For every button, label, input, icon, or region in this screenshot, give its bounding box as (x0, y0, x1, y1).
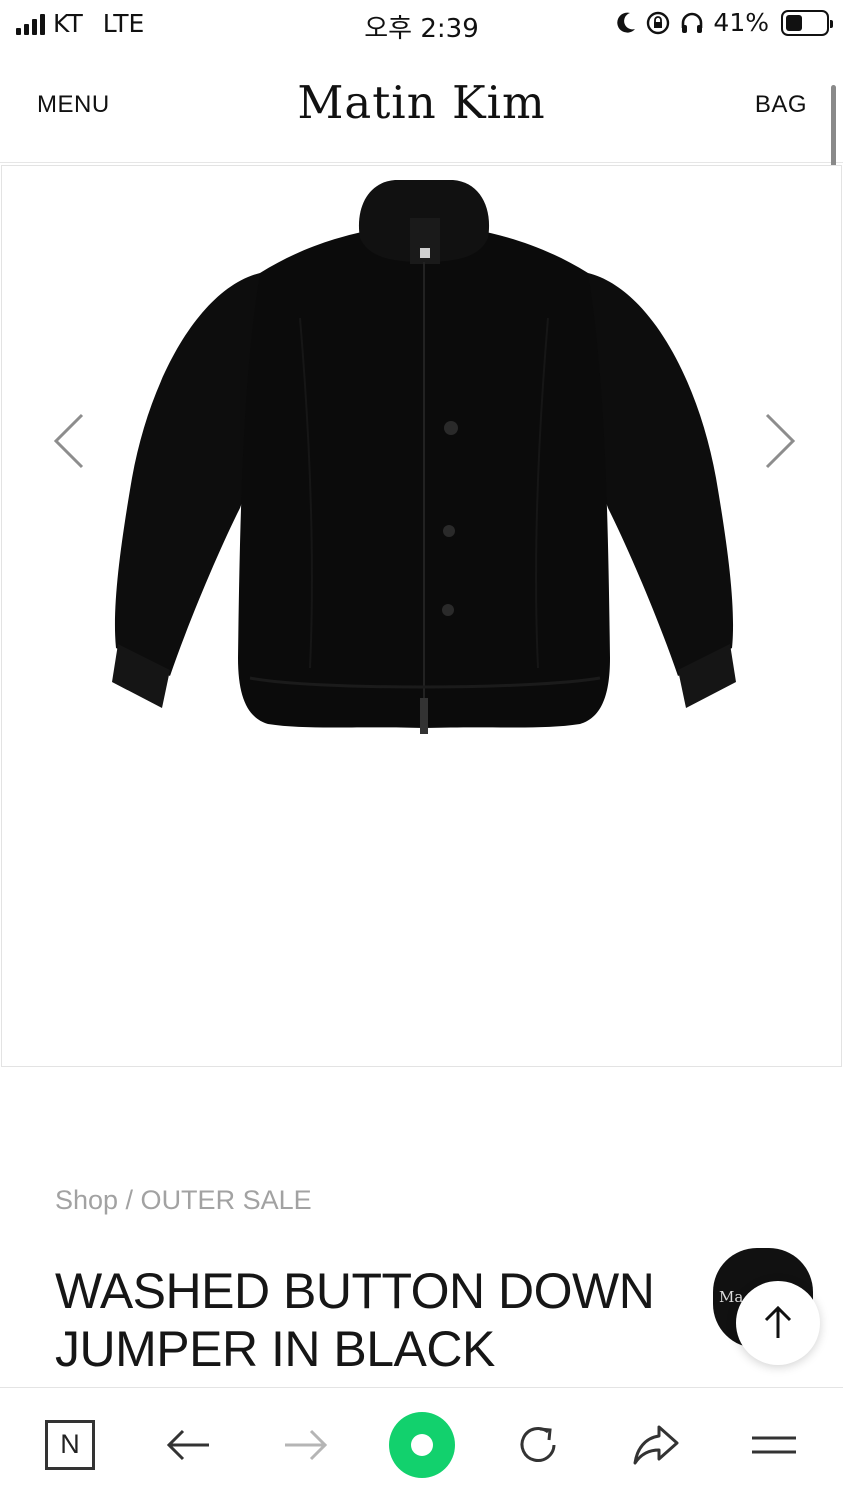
breadcrumb[interactable]: Shop / OUTER SALE (55, 1185, 312, 1216)
refresh-button[interactable] (493, 1388, 583, 1500)
share-button[interactable] (611, 1388, 701, 1500)
green-dot-icon (389, 1411, 455, 1478)
naver-home-icon: N (45, 1419, 95, 1470)
product-image-gallery[interactable] (1, 165, 842, 1067)
moon-icon (617, 12, 636, 33)
green-dot-button[interactable] (377, 1388, 467, 1500)
refresh-icon (520, 1426, 556, 1462)
chevron-right-icon[interactable] (759, 411, 799, 471)
product-image (112, 180, 736, 734)
product-title-line: JUMPER IN BLACK (55, 1321, 495, 1377)
menu-button-toolbar[interactable] (729, 1388, 819, 1500)
bag-button[interactable]: BAG (755, 91, 807, 119)
forward-button[interactable] (261, 1388, 351, 1500)
battery-icon (781, 9, 833, 36)
naver-home-button[interactable]: N (25, 1388, 115, 1500)
headphones-icon (682, 12, 703, 33)
product-title-line: WASHED BUTTON DOWN (55, 1263, 655, 1319)
forward-arrow-icon (285, 1429, 328, 1460)
rotation-lock-icon (647, 11, 670, 34)
browser-toolbar: N (0, 1387, 843, 1500)
status-bar: KT LTE 오후 2:39 41% (0, 0, 843, 50)
menu-icon (752, 1436, 796, 1453)
back-arrow-icon (166, 1429, 209, 1460)
chevron-left-icon[interactable] (50, 411, 90, 471)
back-button[interactable] (143, 1388, 233, 1500)
brand-logo[interactable]: Matin Kim (0, 76, 843, 129)
share-icon (633, 1425, 679, 1464)
product-title: WASHED BUTTON DOWN JUMPER IN BLACK (55, 1262, 715, 1378)
arrow-up-icon (764, 1305, 792, 1338)
site-header: MENU Matin Kim BAG (0, 50, 843, 163)
scroll-to-top-button[interactable] (736, 1281, 820, 1365)
battery-percent: 41% (713, 8, 769, 37)
